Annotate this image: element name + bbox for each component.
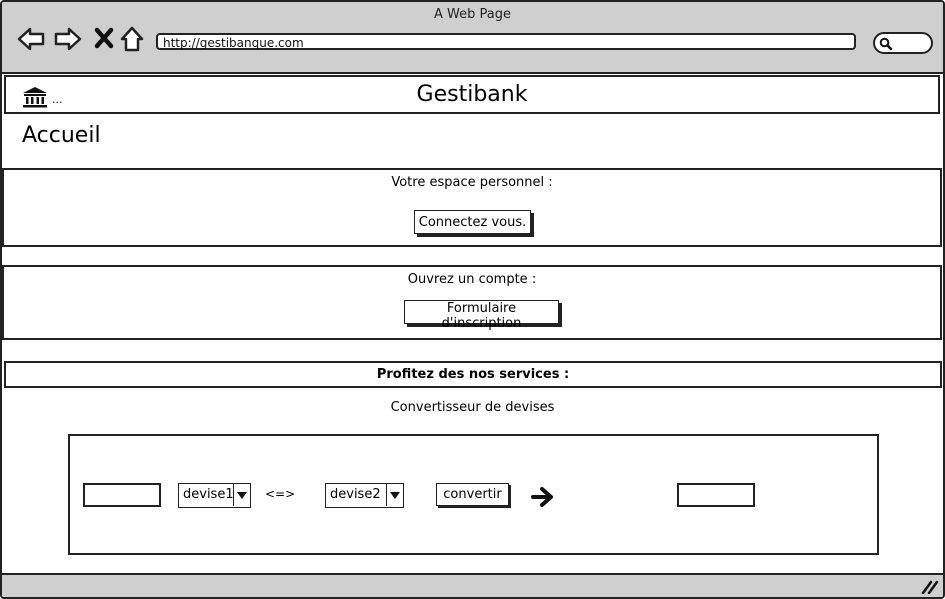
services-heading: Profitez des nos services : [376, 367, 570, 382]
home-icon[interactable] [118, 24, 148, 54]
close-icon[interactable] [90, 24, 120, 54]
browser-window: A Web Page http://gestibanque.com ... Ge… [0, 0, 945, 599]
chevron-down-icon[interactable] [386, 484, 403, 506]
signup-form-button[interactable]: Formulaire d'inscription [404, 300, 559, 331]
currency-from-select[interactable]: devise1 [178, 483, 251, 508]
result-output [677, 483, 755, 507]
chevron-down-icon[interactable] [233, 484, 250, 506]
login-button[interactable]: Connectez vous. [414, 210, 531, 234]
browser-search-box[interactable] [873, 32, 933, 54]
currency-from-value: devise1 [183, 487, 234, 502]
personal-space-label: Votre espace personnel : [391, 175, 553, 190]
search-icon [879, 37, 893, 51]
resize-grip-icon[interactable] [921, 580, 939, 594]
back-icon[interactable] [16, 24, 46, 54]
app-title: Gestibank [416, 82, 528, 107]
url-text: http://gestibanque.com [163, 36, 304, 50]
services-bar: Profitez des nos services : [4, 361, 942, 388]
amount-input[interactable] [83, 483, 161, 507]
arrow-right-icon [531, 487, 553, 507]
forward-icon[interactable] [53, 24, 83, 54]
equivalence-symbol: <=> [265, 487, 296, 501]
url-bar[interactable]: http://gestibanque.com [156, 33, 856, 50]
converter-caption: Convertisseur de devises [390, 400, 555, 415]
window-title: A Web Page [434, 7, 511, 22]
currency-to-select[interactable]: devise2 [325, 483, 404, 508]
open-account-section: Ouvrez un compte : Formulaire d'inscript… [2, 265, 942, 340]
status-bar [2, 573, 943, 597]
currency-to-value: devise2 [330, 487, 381, 502]
personal-space-section: Votre espace personnel : Connectez vous. [2, 168, 942, 247]
convert-button[interactable]: convertir [436, 483, 509, 506]
app-header: ... Gestibank [4, 75, 940, 114]
page-title: Accueil [22, 123, 101, 148]
browser-chrome: A Web Page http://gestibanque.com [2, 2, 943, 74]
open-account-label: Ouvrez un compte : [407, 272, 537, 287]
